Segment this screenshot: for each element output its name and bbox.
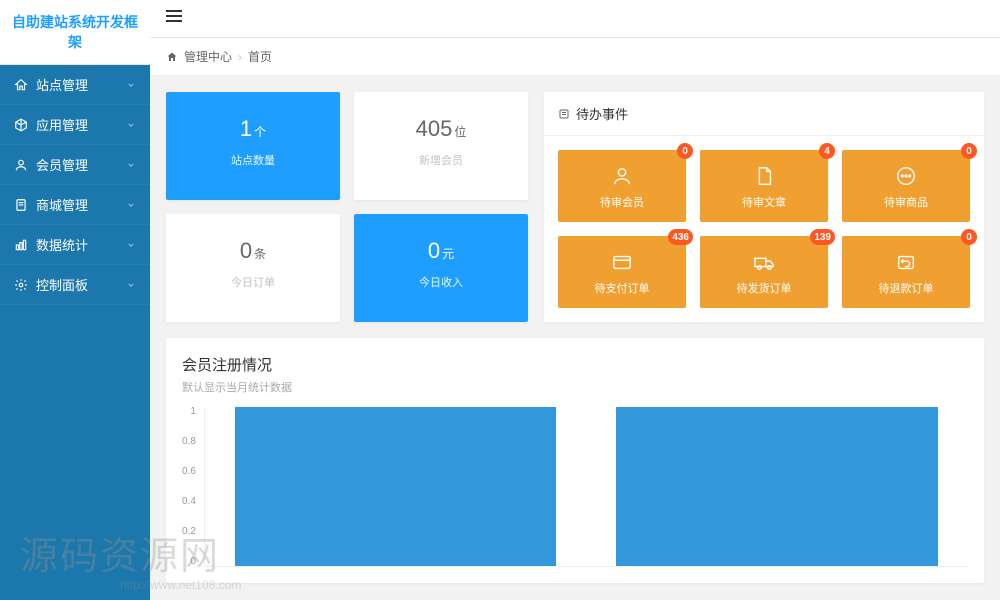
- nav-label: 应用管理: [36, 115, 126, 134]
- todo-label: 待审会员: [564, 194, 680, 210]
- todo-header: 待办事件: [544, 92, 984, 136]
- cube-icon: [14, 118, 28, 132]
- chat-icon: [848, 164, 964, 188]
- sidebar-nav: 站点管理应用管理会员管理商城管理数据统计控制面板: [0, 65, 150, 600]
- badge: 4: [819, 143, 835, 159]
- chart-bar-0[interactable]: [235, 407, 557, 566]
- badge: 436: [668, 229, 693, 245]
- truck-icon: [706, 250, 822, 274]
- gear-icon: [14, 278, 28, 292]
- stat-value: 0条: [176, 238, 330, 264]
- doc-icon: [14, 198, 28, 212]
- stat-value: 1个: [176, 116, 330, 142]
- breadcrumb-current: 首页: [248, 48, 272, 65]
- todo-label: 待退款订单: [848, 280, 964, 296]
- chevron-down-icon: [126, 120, 136, 130]
- stat-label: 站点数量: [176, 152, 330, 168]
- breadcrumb-root[interactable]: 管理中心: [184, 48, 232, 65]
- user-icon: [14, 158, 28, 172]
- badge: 0: [961, 143, 977, 159]
- person-icon: [564, 164, 680, 188]
- chart-y-axis: 1 0.8 0.6 0.4 0.2 0: [182, 407, 204, 567]
- stat-value: 405位: [364, 116, 518, 142]
- sidebar-item-2[interactable]: 会员管理: [0, 145, 150, 185]
- content: 1个站点数量405位新增会员0条今日订单0元今日收入 待办事件 0待审会员4待审…: [150, 76, 1000, 600]
- refund-icon: [848, 250, 964, 274]
- nav-label: 商城管理: [36, 195, 126, 214]
- todo-label: 待发货订单: [706, 280, 822, 296]
- sidebar-item-0[interactable]: 站点管理: [0, 65, 150, 105]
- nav-label: 站点管理: [36, 75, 126, 94]
- sidebar-item-5[interactable]: 控制面板: [0, 265, 150, 305]
- stat-card-2[interactable]: 0条今日订单: [166, 214, 340, 322]
- stat-label: 新增会员: [364, 152, 518, 168]
- y-tick: 0.4: [182, 497, 196, 507]
- chart-subtitle: 默认显示当月统计数据: [182, 379, 968, 395]
- chevron-down-icon: [126, 160, 136, 170]
- sidebar-item-3[interactable]: 商城管理: [0, 185, 150, 225]
- chart-plot: [204, 407, 968, 567]
- stat-card-1[interactable]: 405位新增会员: [354, 92, 528, 200]
- y-tick: 1: [182, 407, 196, 417]
- badge: 139: [810, 229, 835, 245]
- stat-card-0[interactable]: 1个站点数量: [166, 92, 340, 200]
- nav-label: 会员管理: [36, 155, 126, 174]
- todo-panel: 待办事件 0待审会员4待审文章0待审商品436待支付订单139待发货订单0待退款…: [544, 92, 984, 322]
- chart-area: 1 0.8 0.6 0.4 0.2 0: [182, 407, 968, 567]
- stats-grid: 1个站点数量405位新增会员0条今日订单0元今日收入: [166, 92, 528, 322]
- chevron-down-icon: [126, 240, 136, 250]
- todo-label: 待审商品: [848, 194, 964, 210]
- stat-label: 今日订单: [176, 274, 330, 290]
- sidebar-item-1[interactable]: 应用管理: [0, 105, 150, 145]
- main-area: 管理中心 › 首页 1个站点数量405位新增会员0条今日订单0元今日收入 待办事…: [150, 0, 1000, 600]
- app-logo: 自助建站系统开发框架: [0, 0, 150, 65]
- todo-item-0[interactable]: 0待审会员: [558, 150, 686, 222]
- stat-card-3[interactable]: 0元今日收入: [354, 214, 528, 322]
- badge: 0: [961, 229, 977, 245]
- sidebar-item-4[interactable]: 数据统计: [0, 225, 150, 265]
- todo-item-4[interactable]: 139待发货订单: [700, 236, 828, 308]
- chevron-down-icon: [126, 200, 136, 210]
- file-icon: [706, 164, 822, 188]
- chevron-down-icon: [126, 80, 136, 90]
- nav-label: 数据统计: [36, 235, 126, 254]
- topbar: [150, 0, 1000, 38]
- hamburger-icon[interactable]: [166, 10, 182, 24]
- y-tick: 0.2: [182, 527, 196, 537]
- stat-value: 0元: [364, 238, 518, 264]
- chart-panel: 会员注册情况 默认显示当月统计数据 1 0.8 0.6 0.4 0.2 0: [166, 338, 984, 583]
- sidebar: 自助建站系统开发框架 站点管理应用管理会员管理商城管理数据统计控制面板: [0, 0, 150, 600]
- home-icon: [14, 78, 28, 92]
- y-tick: 0: [182, 557, 196, 567]
- todo-label: 待支付订单: [564, 280, 680, 296]
- chart-bar-1[interactable]: [616, 407, 938, 566]
- list-icon: [558, 108, 570, 120]
- chevron-down-icon: [126, 280, 136, 290]
- todo-item-2[interactable]: 0待审商品: [842, 150, 970, 222]
- card-icon: [564, 250, 680, 274]
- chart-title: 会员注册情况: [182, 354, 968, 375]
- todo-label: 待审文章: [706, 194, 822, 210]
- breadcrumb: 管理中心 › 首页: [150, 38, 1000, 76]
- chart-icon: [14, 238, 28, 252]
- stat-label: 今日收入: [364, 274, 518, 290]
- badge: 0: [677, 143, 693, 159]
- breadcrumb-sep: ›: [238, 50, 242, 64]
- y-tick: 0.6: [182, 467, 196, 477]
- home-icon: [166, 51, 178, 63]
- todo-item-5[interactable]: 0待退款订单: [842, 236, 970, 308]
- nav-label: 控制面板: [36, 275, 126, 294]
- todo-item-1[interactable]: 4待审文章: [700, 150, 828, 222]
- todo-grid: 0待审会员4待审文章0待审商品436待支付订单139待发货订单0待退款订单: [544, 136, 984, 322]
- todo-item-3[interactable]: 436待支付订单: [558, 236, 686, 308]
- todo-title: 待办事件: [576, 104, 628, 123]
- y-tick: 0.8: [182, 437, 196, 447]
